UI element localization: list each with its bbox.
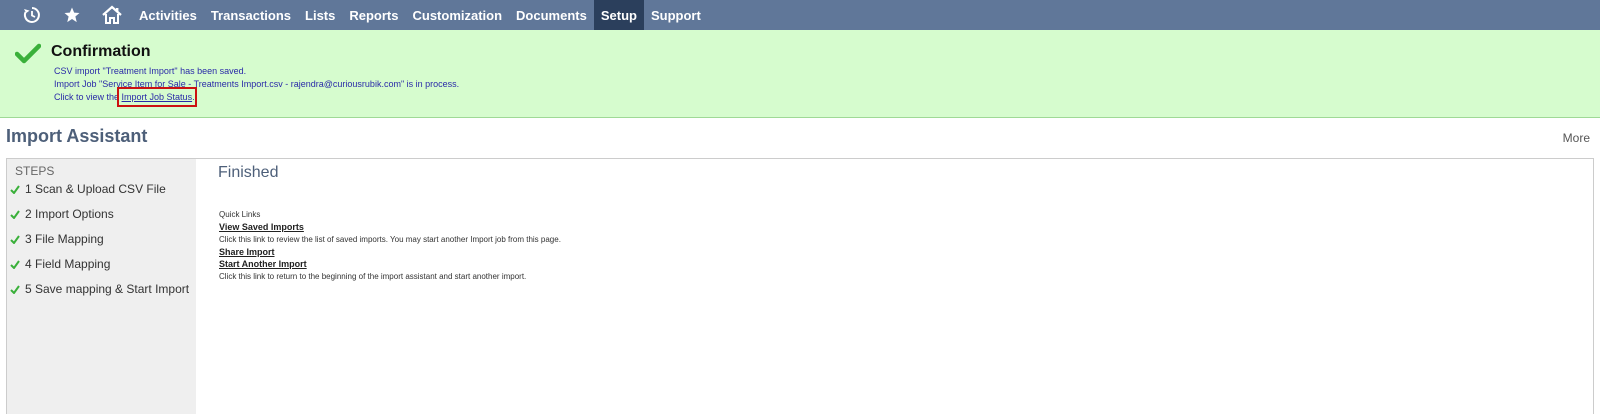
step-item[interactable]: 2 Import Options <box>10 207 114 221</box>
nav-item-lists[interactable]: Lists <box>298 0 342 30</box>
confirmation-message-status: Click to view the Import Job Status. <box>54 87 198 107</box>
top-nav-bar: Activities Transactions Lists Reports Cu… <box>0 0 1600 30</box>
finished-heading: Finished <box>218 164 279 181</box>
nav-item-customization[interactable]: Customization <box>405 0 509 30</box>
step-item[interactable]: 5 Save mapping & Start Import <box>10 282 189 296</box>
checkmark-icon <box>14 43 42 70</box>
nav-item-documents[interactable]: Documents <box>509 0 594 30</box>
step-label: 5 Save mapping & Start Import <box>25 282 190 296</box>
share-import-link[interactable]: Share Import <box>219 247 275 257</box>
step-check-icon <box>10 284 20 294</box>
confirmation-message-job: Import Job "Service Item for Sale - Trea… <box>54 79 460 89</box>
step-label: 4 Field Mapping <box>25 257 111 271</box>
step-item[interactable]: 1 Scan & Upload CSV File <box>10 182 166 196</box>
page-title: Import Assistant <box>6 126 148 146</box>
confirmation-title: Confirmation <box>51 43 151 60</box>
step-label: 1 Scan & Upload CSV File <box>25 182 166 196</box>
nav-item-reports[interactable]: Reports <box>342 0 405 30</box>
status-suffix: . <box>192 92 195 102</box>
more-menu-button[interactable]: More <box>1563 131 1590 145</box>
quick-links-label: Quick Links <box>219 210 261 219</box>
status-prefix: Click to view the <box>54 92 122 102</box>
step-check-icon <box>10 184 20 194</box>
view-saved-imports-desc: Click this link to review the list of sa… <box>219 235 561 244</box>
import-assistant-panel: STEPS 1 Scan & Upload CSV File 2 Import … <box>6 158 1594 414</box>
step-item[interactable]: 4 Field Mapping <box>10 257 110 271</box>
confirmation-banner: Confirmation CSV import "Treatment Impor… <box>0 30 1600 118</box>
nav-item-activities[interactable]: Activities <box>132 0 204 30</box>
step-item[interactable]: 3 File Mapping <box>10 232 104 246</box>
start-another-import-desc: Click this link to return to the beginni… <box>219 272 527 281</box>
recent-history-icon[interactable] <box>12 0 52 30</box>
step-check-icon <box>10 259 20 269</box>
confirmation-message-saved: CSV import "Treatment Import" has been s… <box>54 66 247 76</box>
step-check-icon <box>10 234 20 244</box>
nav-item-support[interactable]: Support <box>644 0 708 30</box>
star-icon[interactable] <box>52 0 92 30</box>
view-saved-imports-link[interactable]: View Saved Imports <box>219 222 304 232</box>
step-label: 3 File Mapping <box>25 232 104 246</box>
step-check-icon <box>10 209 20 219</box>
home-icon[interactable] <box>92 0 132 30</box>
nav-item-setup[interactable]: Setup <box>593 0 644 30</box>
start-another-import-link[interactable]: Start Another Import <box>219 259 307 269</box>
steps-sidebar: STEPS 1 Scan & Upload CSV File 2 Import … <box>7 159 196 414</box>
nav-item-transactions[interactable]: Transactions <box>204 0 298 30</box>
steps-heading: STEPS <box>15 164 55 178</box>
import-job-status-link[interactable]: Import Job Status <box>116 87 198 107</box>
step-label: 2 Import Options <box>25 207 114 221</box>
finished-content: Finished Quick Links View Saved Imports … <box>218 159 1593 414</box>
